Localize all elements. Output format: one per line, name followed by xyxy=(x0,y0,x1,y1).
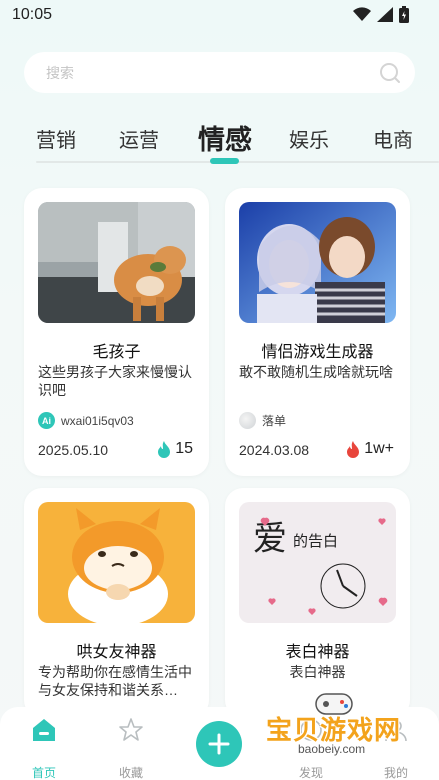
confession-small-text: 的告白 xyxy=(293,532,338,550)
fire-icon xyxy=(158,440,171,458)
card-title: 表白神器 xyxy=(285,644,350,661)
create-button[interactable] xyxy=(196,721,242,767)
card-confession[interactable]: 爱 的告白 表白神器 表白神器 xyxy=(225,488,410,718)
battery-icon xyxy=(399,6,409,23)
status-icons xyxy=(353,6,409,23)
search-input[interactable] xyxy=(46,52,376,93)
card-image-hamster xyxy=(38,502,195,623)
search-icon[interactable] xyxy=(379,62,401,84)
nav-home-label: 首页 xyxy=(31,766,56,780)
tab-operations[interactable]: 运营 xyxy=(119,124,159,153)
plus-icon xyxy=(208,733,230,755)
tab-entertainment[interactable]: 娱乐 xyxy=(289,124,329,153)
nav-home[interactable]: 首页 xyxy=(14,717,74,780)
card-description: 这些男孩子大家来慢慢认识吧 xyxy=(38,364,192,398)
card-description: 表白神器 xyxy=(289,664,346,680)
tab-ecommerce[interactable]: 电商 xyxy=(373,124,413,153)
card-hot-count: 1w+ xyxy=(346,440,394,458)
card-image-couple xyxy=(239,202,396,323)
tab-emotion[interactable]: 情感 xyxy=(198,118,252,157)
hot-value: 15 xyxy=(175,440,193,457)
card-title: 哄女友神器 xyxy=(76,644,157,661)
watermark-url: baobeiy.com xyxy=(296,742,368,756)
card-image-dog xyxy=(38,202,195,323)
nav-favorites[interactable]: 收藏 xyxy=(101,717,161,780)
card-couple-game[interactable]: 情侣游戏生成器 敢不敢随机生成啥就玩啥 落单 2024.03.08 1w+ xyxy=(225,188,410,476)
card-author: Ai wxai01i5qv03 xyxy=(38,412,134,429)
card-fur-kids[interactable]: 毛孩子 这些男孩子大家来慢慢认识吧 Ai wxai01i5qv03 2025.0… xyxy=(24,188,209,476)
card-image-confession: 爱 的告白 xyxy=(239,502,396,623)
fire-icon xyxy=(347,440,360,458)
card-date: 2024.03.08 xyxy=(239,442,310,458)
search-bar[interactable] xyxy=(24,52,415,93)
card-title: 毛孩子 xyxy=(92,344,141,361)
author-name: wxai01i5qv03 xyxy=(61,413,134,428)
card-title: 情侣游戏生成器 xyxy=(261,344,374,361)
nav-mine-label: 我的 xyxy=(383,766,408,780)
nav-favorites-label: 收藏 xyxy=(118,766,143,780)
tab-marketing[interactable]: 营销 xyxy=(36,124,76,153)
author-name: 落单 xyxy=(262,414,287,428)
card-description: 专为帮助你在感情生活中与女友保持和谐关系… xyxy=(38,664,192,698)
wifi-icon xyxy=(353,7,371,22)
status-time: 10:05 xyxy=(12,6,53,23)
card-girlfriend-helper[interactable]: 哄女友神器 专为帮助你在感情生活中与女友保持和谐关系… xyxy=(24,488,209,718)
card-hot-count: 15 xyxy=(157,440,193,458)
watermark: 宝贝游戏网 baobeiy.com xyxy=(262,690,412,762)
card-description: 敢不敢随机生成啥就玩啥 xyxy=(239,364,393,380)
home-icon xyxy=(33,719,55,741)
nav-discover-label: 发现 xyxy=(298,766,323,780)
confession-big-char: 爱 xyxy=(253,519,287,559)
status-bar: 10:05 xyxy=(0,0,439,32)
ai-avatar-icon: Ai xyxy=(38,412,55,429)
card-author: 落单 xyxy=(239,412,286,429)
star-icon xyxy=(119,718,143,741)
signal-icon xyxy=(377,7,393,22)
active-tab-indicator xyxy=(210,158,239,164)
hot-value: 1w+ xyxy=(364,440,394,457)
card-date: 2025.05.10 xyxy=(38,442,109,458)
avatar-icon xyxy=(239,412,256,429)
